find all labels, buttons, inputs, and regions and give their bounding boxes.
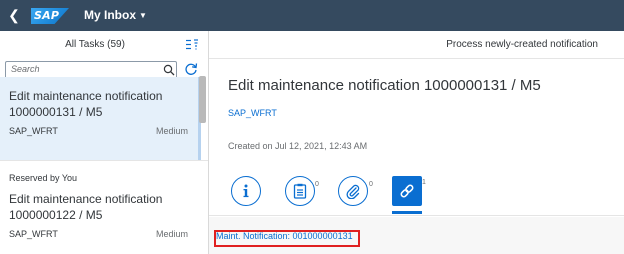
created-on-text: Created on Jul 12, 2021, 12:43 AM: [228, 141, 368, 151]
link-icon: [400, 184, 414, 198]
shell-bar: ❮ SAP My Inbox ▼: [0, 0, 624, 31]
task-list-header: All Tasks (59): [0, 31, 208, 58]
highlight-box: [214, 230, 360, 247]
detail-header: Process newly-created notification: [209, 31, 624, 59]
list-item-user: SAP_WFRT: [9, 126, 58, 136]
caret-down-icon: ▼: [139, 11, 147, 20]
notes-icon: [293, 183, 307, 199]
list-item[interactable]: Edit maintenance notification 1000000131…: [0, 77, 201, 160]
scrollbar[interactable]: [199, 76, 206, 123]
list-item-priority: Medium: [155, 126, 188, 136]
list-item[interactable]: Edit maintenance notification 1000000122…: [0, 186, 198, 254]
refresh-icon[interactable]: [184, 62, 198, 76]
attachments-count: 0: [369, 181, 373, 188]
list-item-title: Edit maintenance notification 1000000122…: [9, 192, 163, 222]
tab-related-objects[interactable]: [392, 176, 422, 206]
list-item-user: SAP_WFRT: [9, 229, 58, 239]
task-list-title: All Tasks (59): [65, 39, 125, 50]
search-icon[interactable]: [163, 64, 175, 76]
group-header: Reserved by You: [9, 173, 78, 183]
created-by-link[interactable]: SAP_WFRT: [228, 108, 277, 118]
list-item-priority: Medium: [155, 229, 188, 239]
back-icon[interactable]: ❮: [6, 7, 22, 23]
detail-header-title: Process newly-created notification: [446, 39, 598, 50]
info-icon: [243, 184, 249, 198]
sort-icon[interactable]: [186, 39, 198, 50]
tab-bar-divider: [209, 215, 624, 216]
list-item-title: Edit maintenance notification 1000000131…: [9, 89, 163, 119]
app-title: My Inbox: [84, 8, 137, 22]
active-tab-indicator: [392, 211, 422, 214]
paperclip-icon: [346, 184, 360, 199]
related-objects-count: 1: [422, 179, 426, 186]
task-detail-pane: Process newly-created notification Edit …: [209, 31, 624, 254]
task-list-pane: All Tasks (59) Search Edit maintenance n…: [0, 31, 209, 254]
divider: [0, 160, 208, 161]
tab-notes[interactable]: [285, 176, 315, 206]
sap-logo[interactable]: SAP: [31, 8, 69, 24]
app-title-menu[interactable]: My Inbox ▼: [84, 8, 147, 22]
search-placeholder: Search: [11, 64, 40, 74]
tab-attachments[interactable]: [338, 176, 368, 206]
object-title: Edit maintenance notification 1000000131…: [228, 77, 541, 94]
tab-info[interactable]: [231, 176, 261, 206]
notes-count: 0: [315, 181, 319, 188]
